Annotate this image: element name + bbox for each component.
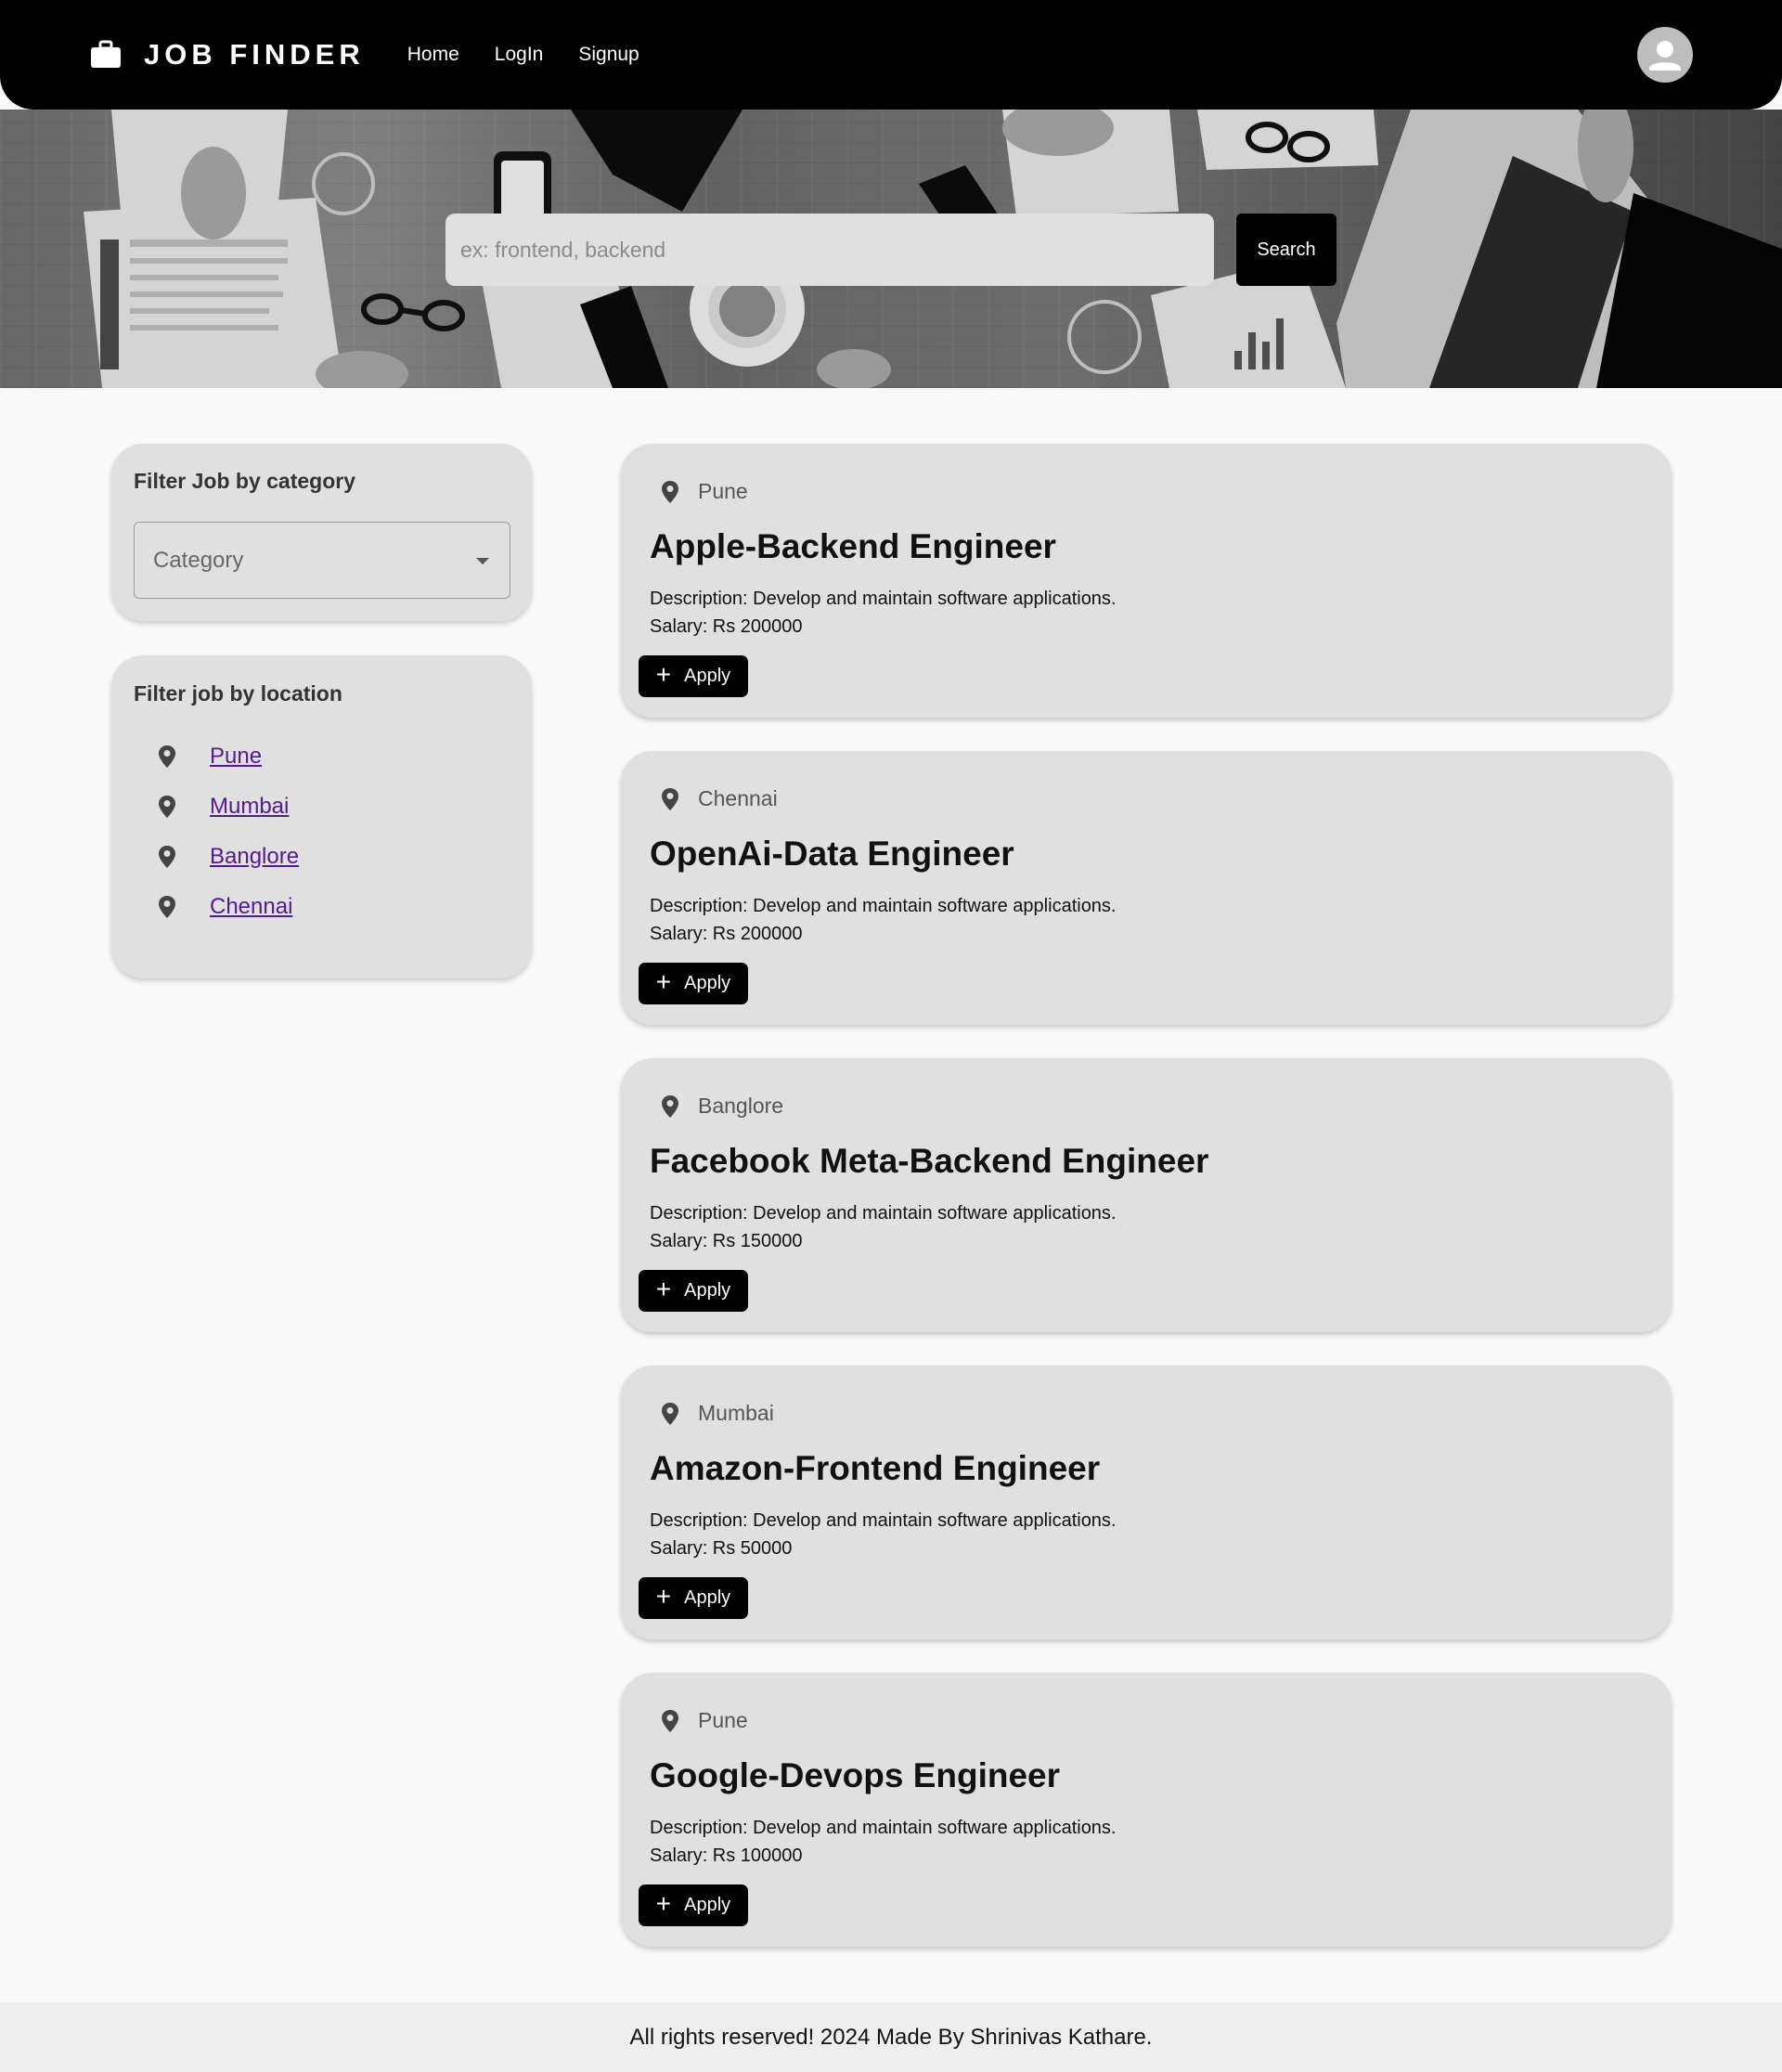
nav-login-link[interactable]: LogIn <box>495 44 544 66</box>
job-title: Amazon-Frontend Engineer <box>650 1449 1101 1487</box>
plus-icon: + <box>655 1889 672 1918</box>
category-filter-title: Filter Job by category <box>134 469 356 493</box>
search-input[interactable] <box>446 214 1214 286</box>
plus-icon: + <box>655 1582 672 1611</box>
avatar[interactable] <box>1637 27 1693 83</box>
chevron-down-icon <box>476 558 489 564</box>
job-location: Pune <box>661 479 748 504</box>
job-salary: Salary: Rs 200000 <box>650 924 803 944</box>
category-select[interactable]: Category <box>134 522 510 599</box>
plus-icon: + <box>655 967 672 996</box>
job-location-label: Pune <box>698 1708 748 1732</box>
job-title: OpenAi-Data Engineer <box>650 835 1014 873</box>
job-card: Mumbai Amazon-Frontend Engineer Descript… <box>621 1366 1672 1639</box>
apply-button[interactable]: + Apply <box>639 1884 748 1926</box>
location-filter-card: Filter job by location Pune Mumbai Bangl… <box>111 655 532 978</box>
location-pin-icon <box>662 480 678 503</box>
location-link-banglore[interactable]: Banglore <box>210 844 299 870</box>
main-nav: Home LogIn Signup <box>407 44 675 66</box>
job-description: Description: Develop and maintain softwa… <box>650 1818 1117 1838</box>
brand-name: JOB FINDER <box>144 38 365 71</box>
job-card: Pune Google-Devops Engineer Description:… <box>621 1673 1672 1947</box>
footer-text: All rights reserved! 2024 Made By Shrini… <box>629 2024 1153 2050</box>
job-title: Apple-Backend Engineer <box>650 527 1056 565</box>
location-item: Banglore <box>158 832 299 882</box>
job-details: Description: Develop and maintain softwa… <box>650 1507 1117 1562</box>
job-location-label: Mumbai <box>698 1401 774 1425</box>
location-pin-icon <box>159 896 175 918</box>
job-title: Google-Devops Engineer <box>650 1756 1061 1794</box>
job-salary: Salary: Rs 50000 <box>650 1538 793 1559</box>
brand[interactable]: JOB FINDER <box>90 38 365 71</box>
job-details: Description: Develop and maintain softwa… <box>650 1814 1117 1870</box>
location-link-chennai[interactable]: Chennai <box>210 894 292 920</box>
job-location: Pune <box>661 1708 748 1733</box>
job-location: Chennai <box>661 786 778 811</box>
location-pin-icon <box>662 1094 678 1118</box>
apply-label: Apply <box>684 973 731 993</box>
plus-icon: + <box>655 660 672 689</box>
apply-label: Apply <box>684 1587 731 1608</box>
apply-label: Apply <box>684 666 731 686</box>
user-icon <box>1649 41 1681 71</box>
nav-signup-link[interactable]: Signup <box>578 44 639 66</box>
job-title: Facebook Meta-Backend Engineer <box>650 1142 1209 1180</box>
apply-button[interactable]: + Apply <box>639 1577 748 1619</box>
job-card: Chennai OpenAi-Data Engineer Description… <box>621 751 1672 1025</box>
apply-button[interactable]: + Apply <box>639 1270 748 1312</box>
location-pin-icon <box>159 745 175 768</box>
job-description: Description: Develop and maintain softwa… <box>650 1203 1117 1224</box>
location-filter-title: Filter job by location <box>134 681 342 706</box>
location-item: Pune <box>158 732 299 782</box>
location-link-mumbai[interactable]: Mumbai <box>210 794 289 820</box>
location-item: Chennai <box>158 882 299 932</box>
job-location-label: Pune <box>698 479 748 503</box>
navbar: JOB FINDER Home LogIn Signup <box>0 0 1782 110</box>
job-card: Pune Apple-Backend Engineer Description:… <box>621 444 1672 718</box>
job-description: Description: Develop and maintain softwa… <box>650 589 1117 609</box>
footer: All rights reserved! 2024 Made By Shrini… <box>0 2002 1782 2072</box>
job-card: Banglore Facebook Meta-Backend Engineer … <box>621 1058 1672 1332</box>
job-details: Description: Develop and maintain softwa… <box>650 585 1117 641</box>
location-list: Pune Mumbai Banglore Chennai <box>158 732 299 932</box>
location-pin-icon <box>159 796 175 818</box>
location-item: Mumbai <box>158 782 299 832</box>
job-details: Description: Develop and maintain softwa… <box>650 1199 1117 1255</box>
location-link-pune[interactable]: Pune <box>210 744 262 770</box>
job-salary: Salary: Rs 150000 <box>650 1231 803 1251</box>
job-location-label: Banglore <box>698 1094 784 1118</box>
location-pin-icon <box>662 1709 678 1732</box>
location-pin-icon <box>159 846 175 868</box>
nav-home-link[interactable]: Home <box>407 44 459 66</box>
apply-button[interactable]: + Apply <box>639 963 748 1004</box>
job-description: Description: Develop and maintain softwa… <box>650 896 1117 916</box>
hero-banner: Search <box>0 110 1782 388</box>
search-button[interactable]: Search <box>1236 214 1336 286</box>
job-location-label: Chennai <box>698 786 778 810</box>
location-pin-icon <box>662 1402 678 1425</box>
job-location: Banglore <box>661 1094 783 1119</box>
location-pin-icon <box>662 787 678 810</box>
job-location: Mumbai <box>661 1401 774 1426</box>
job-details: Description: Develop and maintain softwa… <box>650 892 1117 948</box>
job-salary: Salary: Rs 200000 <box>650 616 803 637</box>
job-salary: Salary: Rs 100000 <box>650 1845 803 1866</box>
apply-label: Apply <box>684 1280 731 1301</box>
plus-icon: + <box>655 1275 672 1303</box>
briefcase-icon <box>91 40 121 68</box>
job-description: Description: Develop and maintain softwa… <box>650 1510 1117 1531</box>
category-filter-card: Filter Job by category Category <box>111 444 532 621</box>
apply-label: Apply <box>684 1895 731 1915</box>
apply-button[interactable]: + Apply <box>639 655 748 697</box>
category-select-placeholder: Category <box>153 547 244 573</box>
